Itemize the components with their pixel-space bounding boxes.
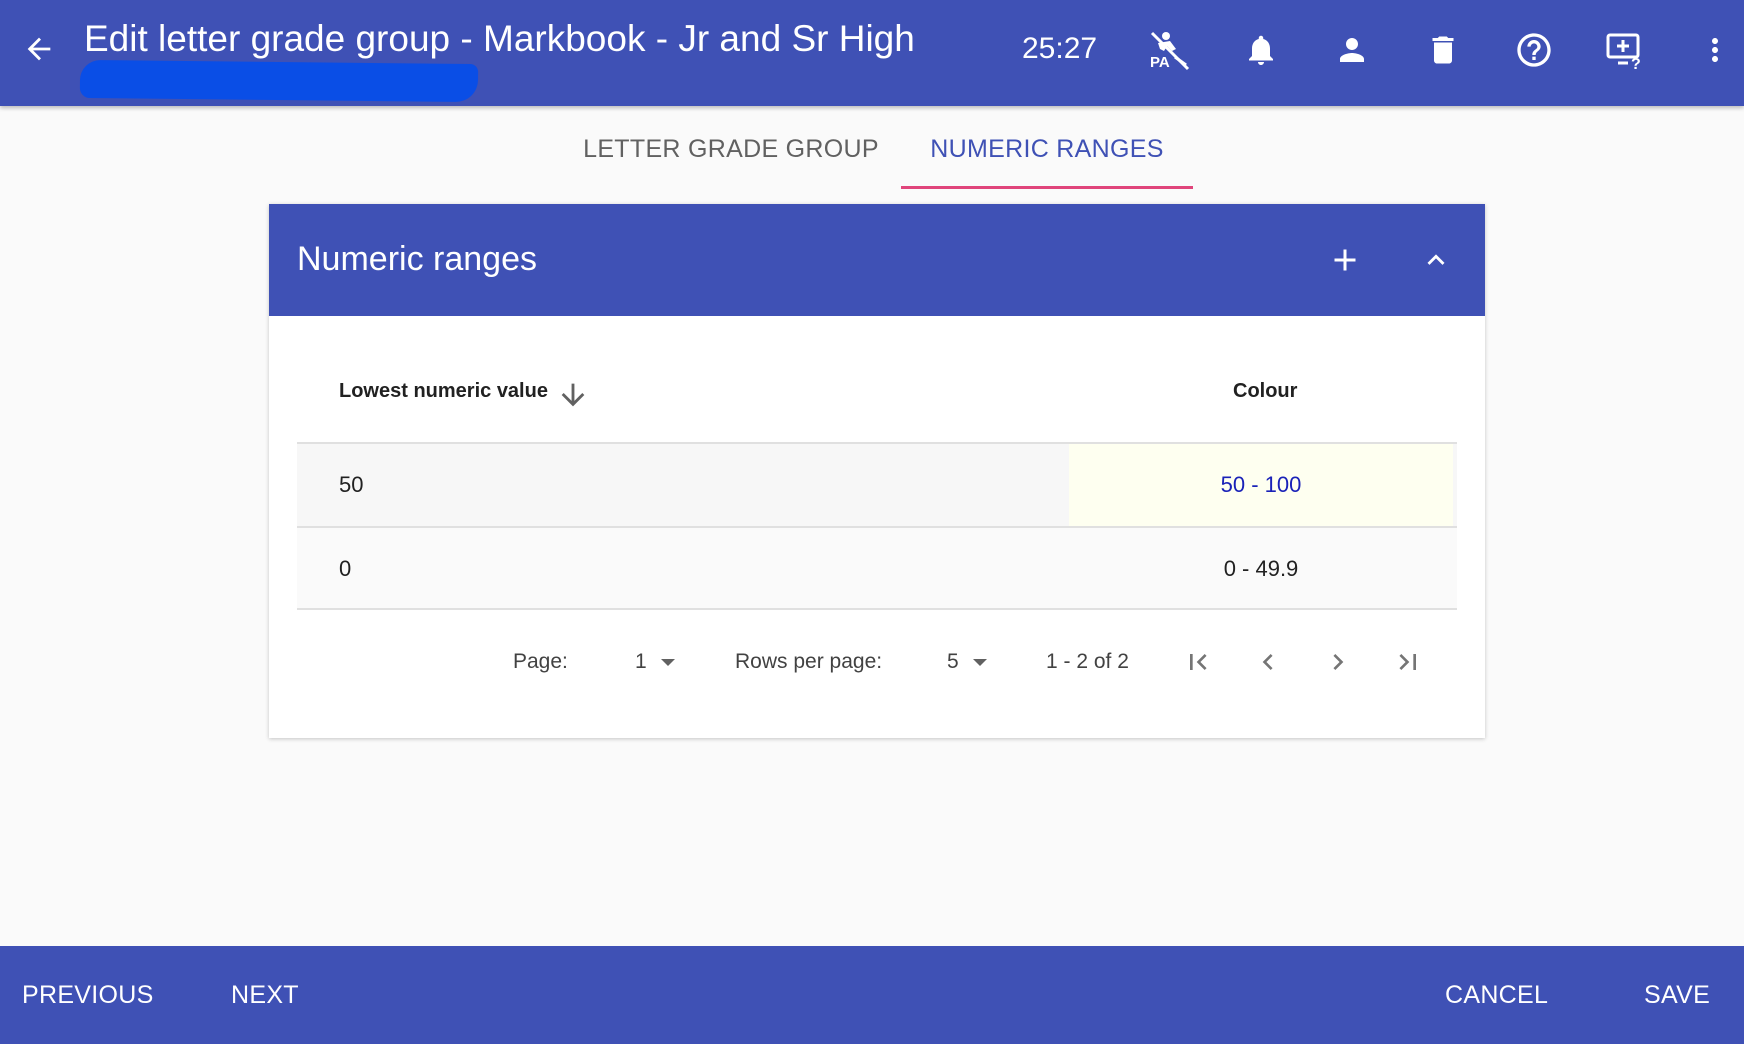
back-button[interactable] <box>18 28 60 70</box>
chevron-right-icon <box>1333 654 1344 670</box>
lowest-value-cell: 0 <box>339 556 352 581</box>
tab-letter-grade-group[interactable]: LETTER GRADE GROUP <box>580 106 882 192</box>
table-row[interactable]: 0 0 - 49.9 <box>297 526 1457 610</box>
next-page-button[interactable] <box>1318 642 1358 682</box>
column-header-lowest-value[interactable]: Lowest numeric value <box>339 380 548 403</box>
active-tab-indicator <box>901 186 1193 189</box>
svg-text:PA: PA <box>1150 54 1170 71</box>
table-row[interactable]: 50 50 - 100 <box>297 442 1457 526</box>
tab-numeric-ranges[interactable]: NUMERIC RANGES <box>901 106 1193 192</box>
numeric-ranges-card: Numeric ranges Lowest numeric value Colo… <box>269 204 1485 738</box>
account-icon <box>1340 38 1364 62</box>
pagination-range: 1 - 2 of 2 <box>1046 650 1129 673</box>
rows-per-page-select[interactable]: 5 <box>947 644 987 680</box>
page-select[interactable]: 1 <box>635 644 675 680</box>
previous-button[interactable]: PREVIOUS <box>22 946 154 1044</box>
chevron-left-icon <box>1262 654 1273 670</box>
screen-help-icon: ? <box>1606 33 1641 71</box>
app-bar: Edit letter grade group - Markbook - Jr … <box>0 0 1744 106</box>
redaction-mark <box>79 59 479 103</box>
first-page-button[interactable] <box>1178 642 1218 682</box>
more-vert-icon <box>1712 38 1718 62</box>
bottom-action-bar: PREVIOUS NEXT CANCEL SAVE <box>0 946 1744 1044</box>
session-timer: 25:27 <box>1022 32 1098 65</box>
sort-descending-icon[interactable] <box>556 378 590 412</box>
add-range-button[interactable] <box>1321 236 1369 284</box>
first-page-icon <box>1190 654 1207 670</box>
colour-cell: 50 - 100 <box>1069 444 1453 526</box>
page-label: Page: <box>513 650 568 673</box>
rows-per-page-label: Rows per page: <box>735 650 883 673</box>
pass-off-icon: PA <box>1150 31 1190 71</box>
more-options-button[interactable] <box>1692 26 1738 74</box>
svg-text:?: ? <box>1631 56 1641 71</box>
last-page-button[interactable] <box>1388 642 1428 682</box>
screen-help-button[interactable]: ? <box>1601 26 1649 74</box>
last-page-icon <box>1399 654 1416 670</box>
colour-cell: 0 - 49.9 <box>1223 556 1299 581</box>
previous-page-button[interactable] <box>1248 642 1288 682</box>
rows-per-page-value: 5 <box>947 650 959 673</box>
cancel-button[interactable]: CANCEL <box>1445 946 1548 1044</box>
delete-button[interactable] <box>1419 26 1467 74</box>
save-button[interactable]: SAVE <box>1644 946 1710 1044</box>
plus-icon <box>1334 249 1356 271</box>
page-select-value: 1 <box>635 650 647 673</box>
lowest-value-cell: 50 <box>339 472 364 497</box>
tab-bar: LETTER GRADE GROUP NUMERIC RANGES <box>0 106 1744 192</box>
card-header: Numeric ranges <box>269 204 1485 316</box>
help-icon <box>1517 33 1551 67</box>
bell-icon <box>1249 35 1273 65</box>
pass-off-button[interactable]: PA <box>1145 26 1193 74</box>
account-button[interactable] <box>1328 26 1376 74</box>
collapse-button[interactable] <box>1412 236 1460 284</box>
trash-icon <box>1432 36 1454 64</box>
help-button[interactable] <box>1510 26 1558 74</box>
page-title: Edit letter grade group - Markbook - Jr … <box>84 18 915 59</box>
caret-down-icon <box>660 658 675 666</box>
chevron-up-icon <box>1427 254 1445 265</box>
notifications-button[interactable] <box>1237 26 1285 74</box>
caret-down-icon <box>972 658 987 666</box>
card-title: Numeric ranges <box>297 240 537 278</box>
next-button[interactable]: NEXT <box>231 946 299 1044</box>
column-header-colour[interactable]: Colour <box>1233 380 1297 403</box>
back-arrow-icon <box>27 37 51 61</box>
